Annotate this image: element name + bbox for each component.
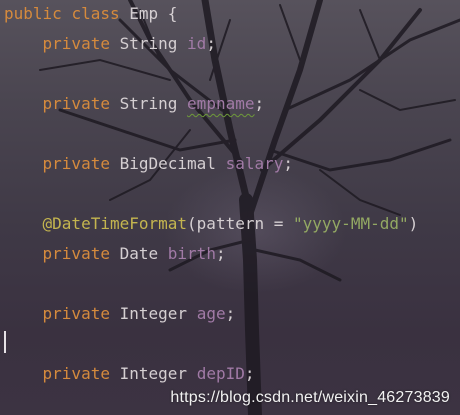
close-paren: )	[408, 214, 419, 233]
type-name: BigDecimal	[119, 154, 216, 173]
semicolon: ;	[283, 154, 294, 173]
keyword-public: public	[4, 4, 62, 23]
watermark-url: https://blog.csdn.net/weixin_46273839	[170, 389, 450, 406]
type-name: Date	[119, 244, 159, 263]
field-name: id	[187, 34, 207, 53]
string-literal: "yyyy-MM-dd"	[293, 214, 409, 233]
type-name: Integer	[119, 304, 188, 323]
code-line-4: private BigDecimal salary;	[4, 152, 293, 176]
type-name: String	[119, 94, 178, 113]
keyword-private: private	[42, 94, 110, 113]
semicolon: ;	[225, 304, 236, 323]
keyword-private: private	[42, 304, 110, 323]
semicolon: ;	[215, 244, 226, 263]
type-name: String	[119, 34, 178, 53]
annotation-name: @DateTimeFormat	[42, 214, 188, 233]
type-name: Integer	[119, 364, 188, 383]
semicolon: ;	[254, 94, 265, 113]
keyword-private: private	[42, 364, 110, 383]
code-line-5: @DateTimeFormat(pattern = "yyyy-MM-dd")	[4, 212, 419, 236]
code-line-6: private Date birth;	[4, 242, 226, 266]
field-name: depID	[196, 364, 245, 383]
semicolon: ;	[244, 364, 255, 383]
keyword-private: private	[42, 244, 110, 263]
keyword-class: class	[71, 4, 120, 23]
code-line-2: private String id;	[4, 32, 216, 56]
field-name: age	[196, 304, 226, 323]
equals-sign: =	[264, 214, 294, 233]
annotation-param: pattern	[196, 214, 265, 233]
code-editor[interactable]: public class Emp { private String id; pr…	[0, 0, 460, 415]
code-line-7: private Integer age;	[4, 302, 236, 326]
field-name: salary	[225, 154, 284, 173]
open-brace: {	[167, 4, 178, 23]
semicolon: ;	[206, 34, 216, 53]
field-name: empname	[187, 94, 255, 113]
text-cursor	[4, 331, 6, 353]
keyword-private: private	[42, 154, 110, 173]
open-paren: (	[187, 214, 197, 233]
keyword-private: private	[42, 34, 110, 53]
code-line-1: public class Emp {	[4, 2, 177, 26]
code-line-8: private Integer depID;	[4, 362, 255, 386]
code-line-3: private String empname;	[4, 92, 265, 116]
field-name: birth	[167, 244, 216, 263]
code-area[interactable]: public class Emp { private String id; pr…	[0, 0, 460, 415]
class-name: Emp	[129, 4, 159, 23]
